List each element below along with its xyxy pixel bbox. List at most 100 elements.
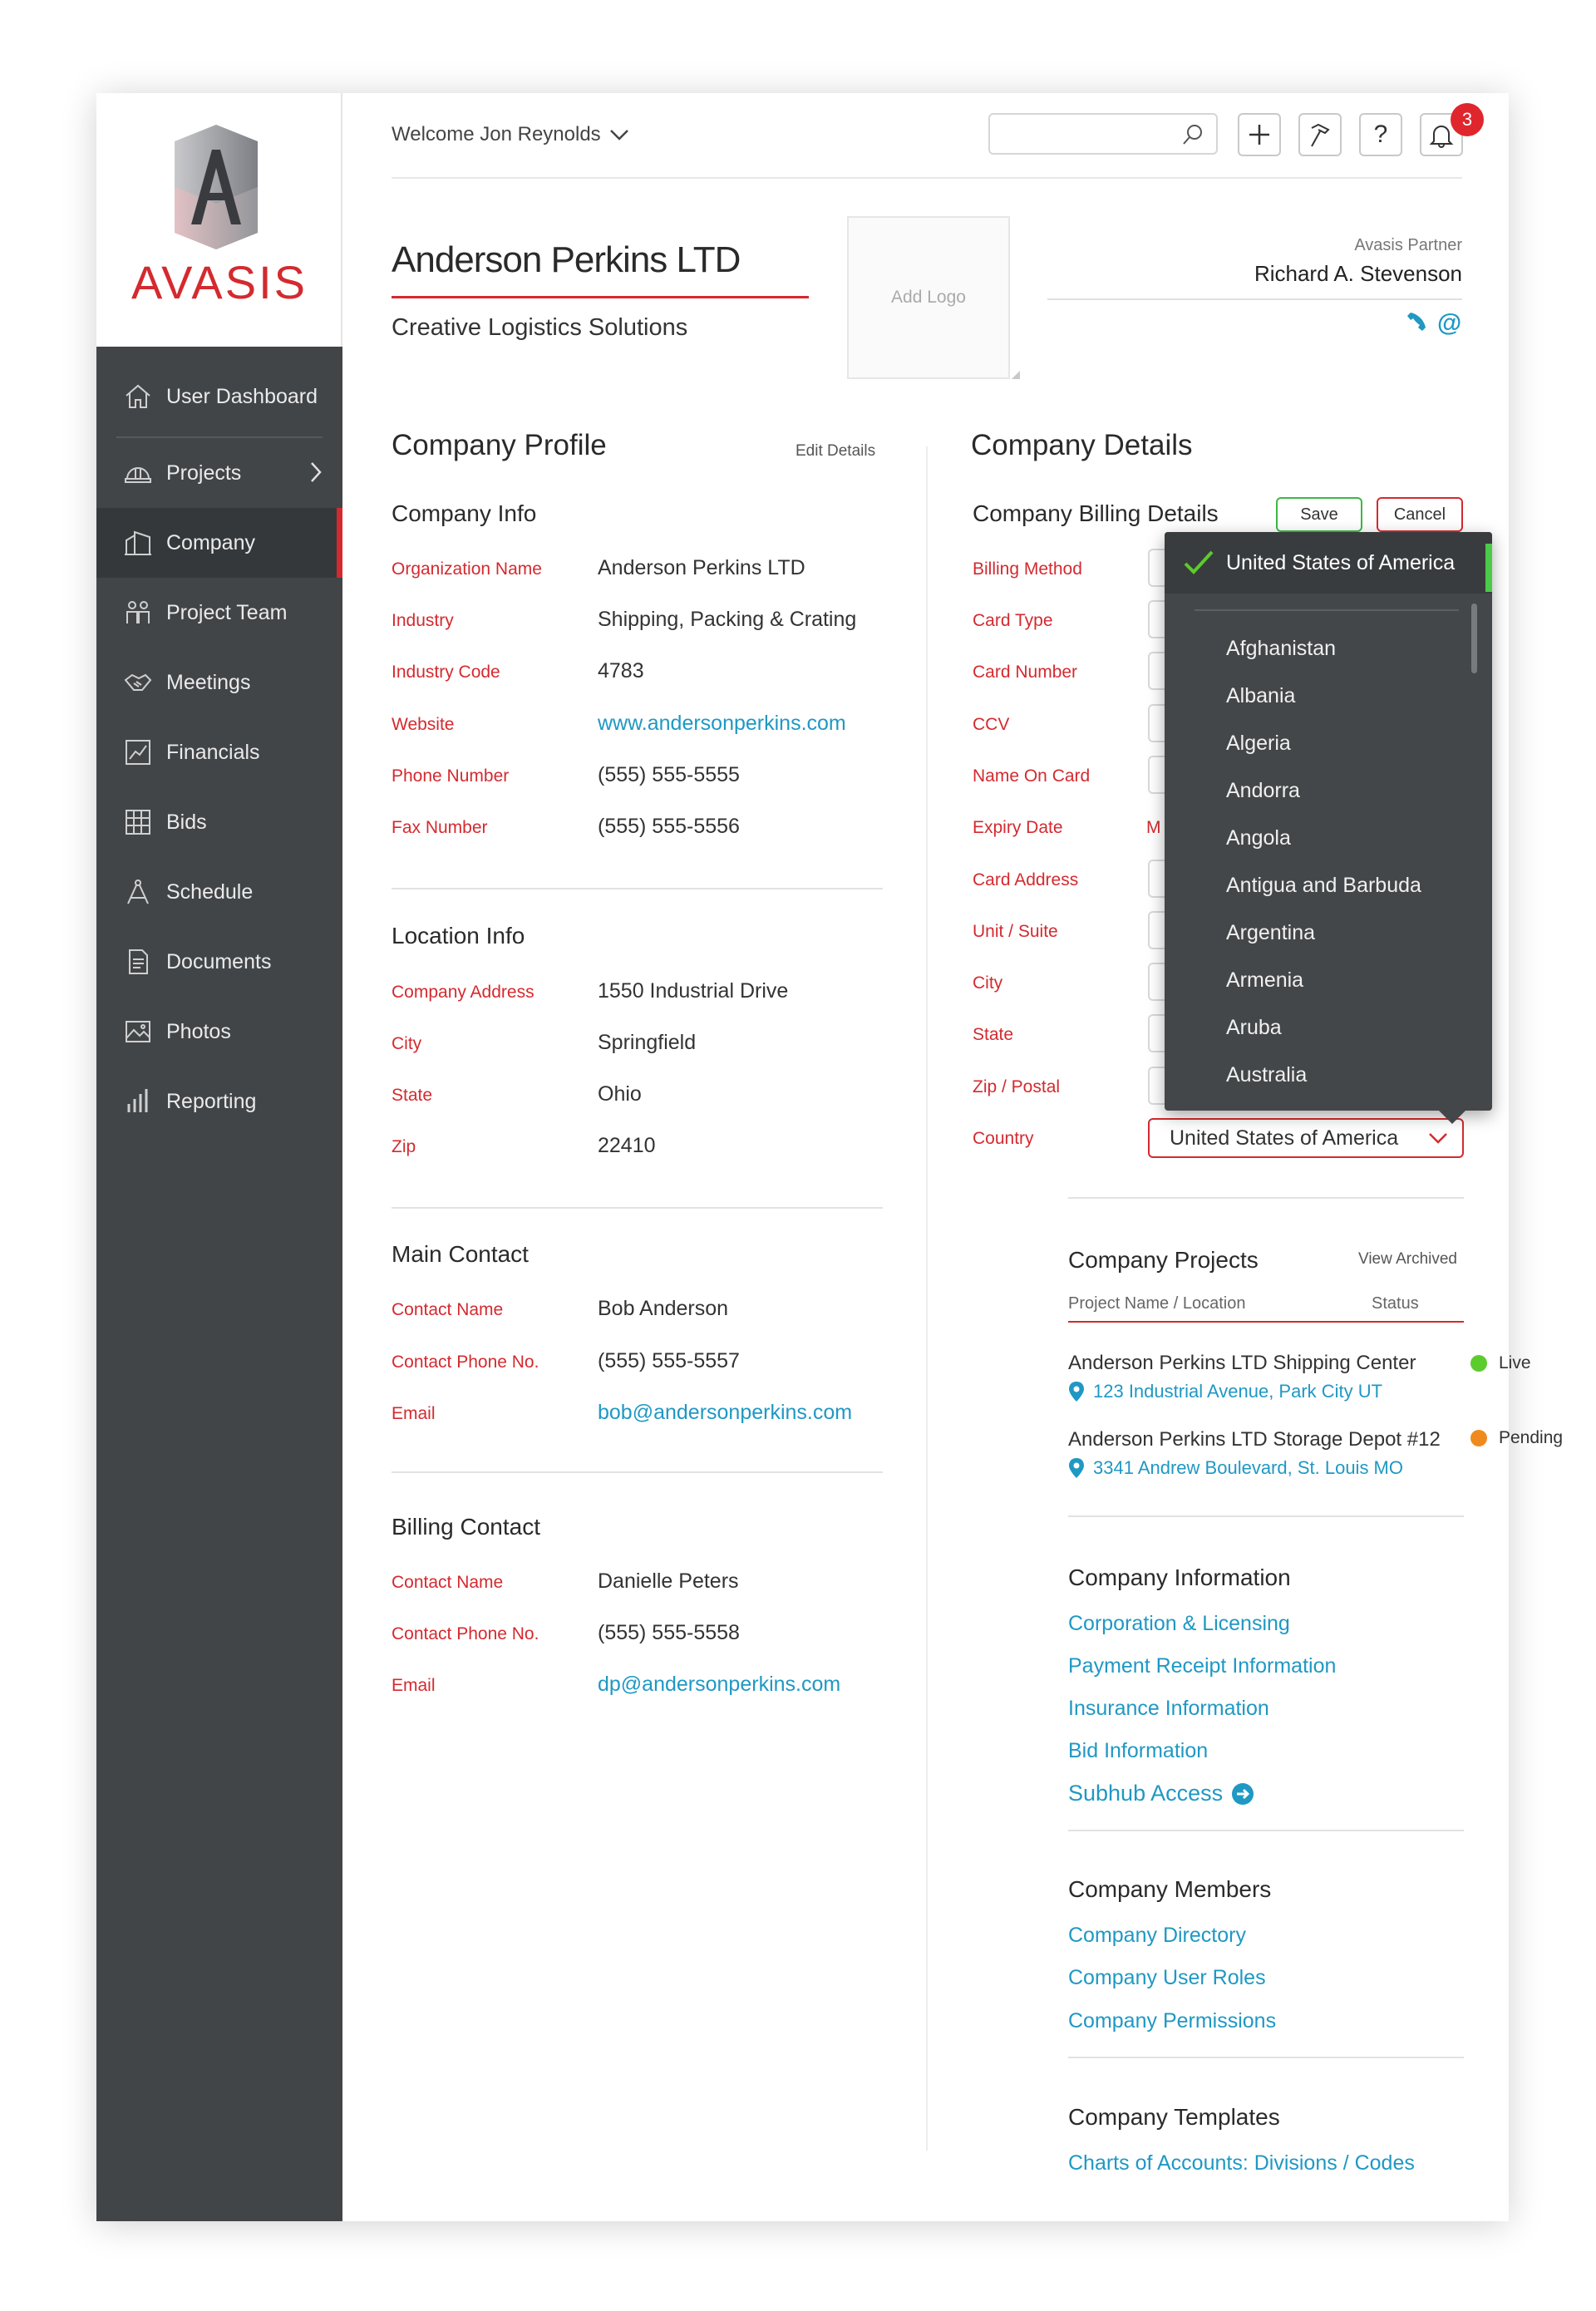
zip-postal-label: Zip / Postal — [973, 1077, 1061, 1096]
section-divider — [392, 888, 883, 889]
section-divider — [1068, 1830, 1464, 1831]
country-option-selected[interactable]: United States of America — [1165, 532, 1492, 594]
sidebar-item-project-team[interactable]: Project Team — [96, 578, 342, 648]
sidebar-item-projects[interactable]: Projects — [96, 438, 342, 508]
logo-area[interactable]: AVASIS — [96, 93, 342, 347]
sidebar-item-label: Company — [166, 530, 255, 554]
user-menu[interactable]: Welcome Jon Reynolds — [392, 123, 631, 146]
bars-icon — [123, 1087, 153, 1116]
project-name[interactable]: Anderson Perkins LTD Storage Depot #12 — [1068, 1428, 1441, 1451]
email-icon[interactable]: @ — [1436, 309, 1462, 336]
compass-icon — [123, 877, 153, 907]
organization-name-value: Anderson Perkins LTD — [598, 556, 805, 579]
company-directory-link[interactable]: Company Directory — [1068, 1924, 1246, 1948]
search-icon[interactable] — [1181, 123, 1204, 146]
search-input[interactable] — [998, 115, 1181, 151]
country-option[interactable]: Afghanistan — [1226, 625, 1421, 673]
sidebar-item-reporting[interactable]: Reporting — [96, 1067, 342, 1136]
help-button[interactable]: ? — [1359, 113, 1402, 156]
main-contact-title: Main Contact — [392, 1241, 529, 1267]
main-contact-email-label: Email — [392, 1404, 436, 1423]
project-location[interactable]: 123 Industrial Avenue, Park City UT — [1068, 1381, 1382, 1402]
country-option[interactable]: Australia — [1226, 1052, 1421, 1099]
view-archived-link[interactable]: View Archived — [1358, 1250, 1457, 1269]
bid-information-link[interactable]: Bid Information — [1068, 1739, 1208, 1763]
industry-code-label: Industry Code — [392, 663, 500, 682]
country-option[interactable]: Antigua and Barbuda — [1226, 862, 1421, 909]
sidebar-item-user-dashboard[interactable]: User Dashboard — [96, 357, 342, 436]
edit-details-link[interactable]: Edit Details — [796, 442, 875, 461]
website-link[interactable]: www.andersonperkins.com — [598, 712, 846, 736]
sidebar-item-documents[interactable]: Documents — [96, 927, 342, 997]
billing-contact-phone-label: Contact Phone No. — [392, 1624, 539, 1643]
expiry-date-label: Expiry Date — [973, 818, 1063, 837]
payment-receipt-link[interactable]: Payment Receipt Information — [1068, 1654, 1336, 1678]
company-information-title: Company Information — [1068, 1564, 1291, 1590]
main-contact-phone-label: Contact Phone No. — [392, 1353, 539, 1372]
sidebar-item-company[interactable]: Company — [96, 508, 342, 578]
state-value: Ohio — [598, 1082, 642, 1106]
insurance-information-link[interactable]: Insurance Information — [1068, 1697, 1269, 1721]
country-option[interactable]: Albania — [1226, 673, 1421, 720]
subhub-access-label: Subhub Access — [1068, 1781, 1224, 1806]
add-logo-button[interactable]: Add Logo — [847, 216, 1020, 379]
sidebar-item-schedule[interactable]: Schedule — [96, 857, 342, 927]
status-column-header: Status — [1372, 1294, 1419, 1313]
help-icon: ? — [1373, 121, 1388, 148]
country-option[interactable]: Argentina — [1226, 909, 1421, 957]
phone-number-label: Phone Number — [392, 766, 510, 786]
country-option[interactable]: Armenia — [1226, 957, 1421, 1004]
hammer-icon — [1311, 123, 1330, 147]
sidebar-item-label: Photos — [166, 1019, 231, 1043]
country-option[interactable]: Algeria — [1226, 720, 1421, 767]
dropdown-divider — [1195, 609, 1459, 611]
billing-contact-email-link[interactable]: dp@andersonperkins.com — [598, 1673, 840, 1697]
project-name[interactable]: Anderson Perkins LTD Shipping Center — [1068, 1352, 1416, 1375]
sidebar-item-bids[interactable]: Bids — [96, 787, 342, 857]
dropdown-scrollbar[interactable] — [1471, 604, 1477, 673]
phone-number-value: (555) 555-5555 — [598, 763, 740, 786]
country-option[interactable]: Andorra — [1226, 767, 1421, 815]
sidebar-item-meetings[interactable]: Meetings — [96, 648, 342, 717]
plus-icon — [1249, 125, 1269, 145]
save-button[interactable]: Save — [1276, 497, 1362, 532]
charts-of-accounts-link[interactable]: Charts of Accounts: Divisions / Codes — [1068, 2151, 1415, 2175]
notification-badge[interactable]: 3 — [1451, 103, 1484, 136]
project-location[interactable]: 3341 Andrew Boulevard, St. Louis MO — [1068, 1457, 1403, 1479]
sidebar-nav: User Dashboard Projects Company Project … — [96, 347, 342, 1136]
add-button[interactable] — [1238, 113, 1281, 156]
country-option[interactable]: Aruba — [1226, 1004, 1421, 1052]
sidebar: AVASIS User Dashboard Projects Company P… — [96, 93, 342, 2221]
country-option[interactable]: Angola — [1226, 815, 1421, 862]
country-dropdown[interactable]: United States of America Afghanistan Alb… — [1165, 532, 1492, 1124]
app-window: AVASIS User Dashboard Projects Company P… — [96, 93, 1563, 2221]
team-icon — [123, 598, 153, 628]
search-box[interactable] — [988, 113, 1218, 155]
ccv-label: CCV — [973, 715, 1010, 734]
expiry-month-fragment[interactable]: M — [1146, 818, 1161, 838]
city-label: City — [392, 1034, 422, 1053]
card-type-label: Card Type — [973, 611, 1053, 630]
status-badge: Live — [1470, 1353, 1531, 1373]
corporation-licensing-link[interactable]: Corporation & Licensing — [1068, 1612, 1290, 1636]
company-permissions-link[interactable]: Company Permissions — [1068, 2009, 1276, 2033]
country-select[interactable]: United States of America — [1148, 1118, 1464, 1158]
building-icon — [123, 528, 153, 558]
section-divider — [1068, 1197, 1464, 1199]
sidebar-item-photos[interactable]: Photos — [96, 997, 342, 1067]
sidebar-item-label: Meetings — [166, 670, 251, 694]
sidebar-item-financials[interactable]: Financials — [96, 717, 342, 787]
country-select-value: United States of America — [1170, 1126, 1399, 1150]
subhub-access-link[interactable]: Subhub Access — [1068, 1781, 1254, 1806]
resize-corner-icon — [1012, 371, 1020, 379]
cancel-button[interactable]: Cancel — [1377, 497, 1463, 532]
phone-icon[interactable] — [1404, 309, 1429, 334]
selection-indicator — [1485, 544, 1492, 592]
company-user-roles-link[interactable]: Company User Roles — [1068, 1966, 1266, 1990]
section-divider — [1068, 2057, 1464, 2058]
billing-contact-name-label: Contact Name — [392, 1573, 504, 1592]
tools-button[interactable] — [1298, 113, 1342, 156]
main-contact-email-link[interactable]: bob@andersonperkins.com — [598, 1401, 852, 1425]
brand-name: AVASIS — [131, 256, 308, 308]
company-tagline: Creative Logistics Solutions — [392, 314, 688, 341]
